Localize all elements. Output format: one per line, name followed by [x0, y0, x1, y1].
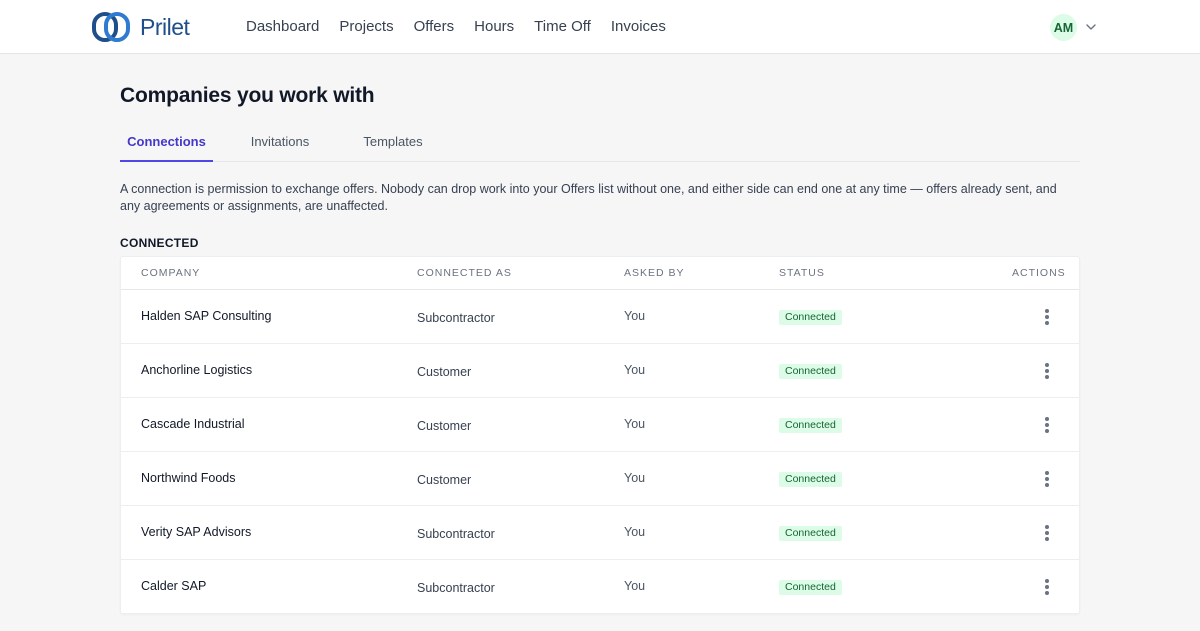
main-nav: Dashboard Projects Offers Hours Time Off… [246, 0, 666, 54]
column-header-connected-as: CONNECTED AS [417, 267, 512, 279]
nav-item-invoices[interactable]: Invoices [611, 0, 666, 54]
kebab-menu-icon[interactable] [1039, 362, 1055, 380]
connections-table: COMPANY CONNECTED AS ASKED BY STATUS ACT… [120, 256, 1080, 614]
asked-by: You [624, 471, 646, 485]
company-name[interactable]: Verity SAP Advisors [141, 506, 251, 558]
table-row: Cascade Industrial Customer You Connecte… [121, 398, 1079, 452]
asked-by: You [624, 579, 646, 593]
kebab-menu-icon[interactable] [1039, 578, 1055, 596]
kebab-menu-icon[interactable] [1039, 416, 1055, 434]
nav-item-dashboard[interactable]: Dashboard [246, 0, 319, 54]
prilet-logo-icon [92, 12, 130, 42]
company-name[interactable]: Northwind Foods [141, 452, 236, 504]
table-header: COMPANY CONNECTED AS ASKED BY STATUS ACT… [121, 257, 1079, 290]
company-name[interactable]: Anchorline Logistics [141, 344, 252, 396]
table-row: Verity SAP Advisors Subcontractor You Co… [121, 506, 1079, 560]
nav-item-hours[interactable]: Hours [474, 0, 514, 54]
section-label-connected: CONNECTED [120, 236, 199, 250]
connected-as: Customer [417, 419, 472, 433]
connected-as: Customer [417, 473, 472, 487]
company-name[interactable]: Halden SAP Consulting [141, 290, 271, 342]
kebab-menu-icon[interactable] [1039, 524, 1055, 542]
status-badge: Connected [779, 418, 842, 433]
connection-tabs: Connections Invitations Templates [120, 124, 1080, 162]
brand-name: Prilet [140, 13, 190, 40]
connected-as: Subcontractor [417, 581, 495, 595]
table-row: Northwind Foods Customer You Connected [121, 452, 1079, 506]
connected-as: Customer [417, 365, 472, 379]
nav-item-projects[interactable]: Projects [339, 0, 393, 54]
status-badge: Connected [779, 364, 842, 379]
top-navbar: Prilet Dashboard Projects Offers Hours T… [0, 0, 1200, 54]
table-row: Anchorline Logistics Customer You Connec… [121, 344, 1079, 398]
asked-by: You [624, 525, 646, 539]
status-badge: Connected [779, 310, 842, 325]
tab-templates[interactable]: Templates [352, 124, 434, 162]
status-badge: Connected [779, 472, 842, 487]
table-row: Calder SAP Subcontractor You Connected [121, 560, 1079, 614]
column-header-status: STATUS [779, 267, 825, 279]
column-header-asked-by: ASKED BY [624, 267, 685, 279]
tab-invitations[interactable]: Invitations [238, 124, 322, 162]
brand-logo[interactable]: Prilet [92, 12, 190, 42]
asked-by: You [624, 417, 646, 431]
user-avatar[interactable]: AM [1050, 14, 1077, 41]
chevron-down-icon[interactable] [1084, 20, 1098, 34]
asked-by: You [624, 309, 646, 323]
status-badge: Connected [779, 580, 842, 595]
nav-item-offers[interactable]: Offers [414, 0, 455, 54]
status-badge: Connected [779, 526, 842, 541]
connected-as: Subcontractor [417, 527, 495, 541]
company-name[interactable]: Calder SAP [141, 560, 206, 612]
company-name[interactable]: Cascade Industrial [141, 398, 245, 450]
kebab-menu-icon[interactable] [1039, 308, 1055, 326]
kebab-menu-icon[interactable] [1039, 470, 1055, 488]
nav-item-time-off[interactable]: Time Off [534, 0, 591, 54]
table-row: Halden SAP Consulting Subcontractor You … [121, 290, 1079, 344]
asked-by: You [624, 363, 646, 377]
tab-connections[interactable]: Connections [120, 124, 213, 162]
intro-text: A connection is permission to exchange o… [120, 182, 1057, 213]
column-header-actions: ACTIONS [1012, 267, 1066, 279]
column-header-company: COMPANY [141, 267, 201, 279]
page-title: Companies you work with [120, 84, 375, 107]
connected-as: Subcontractor [417, 311, 495, 325]
